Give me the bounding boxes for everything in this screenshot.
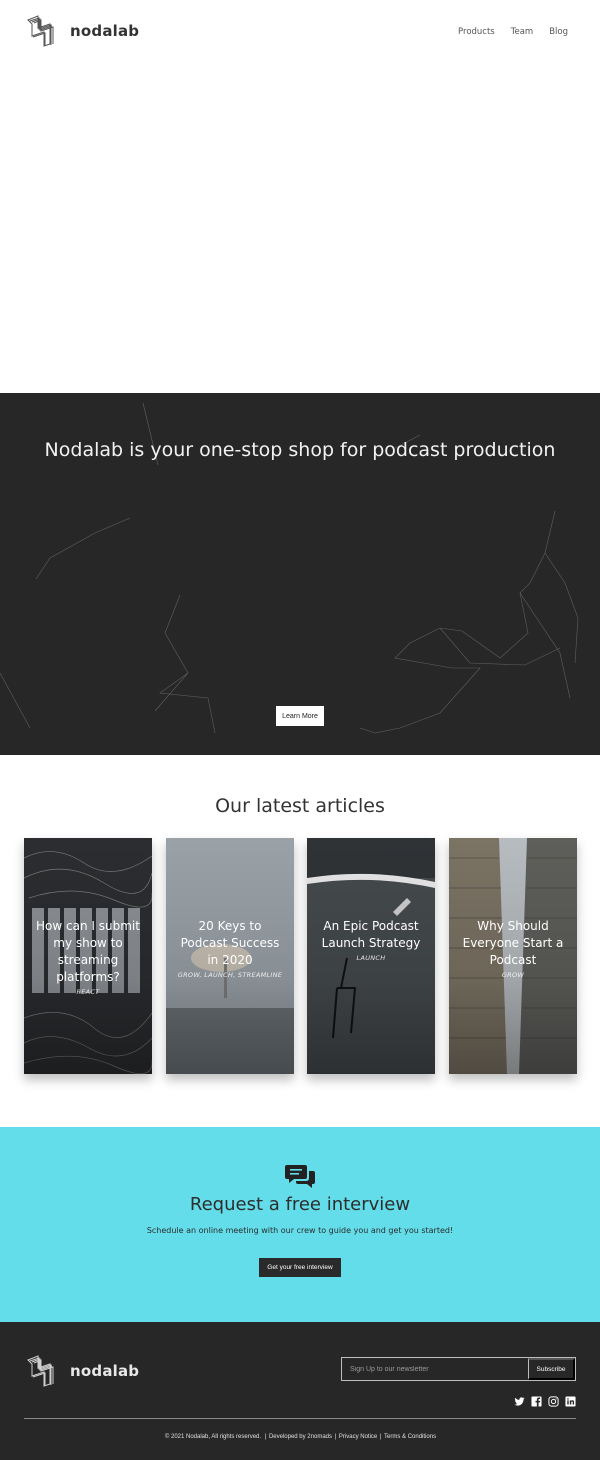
social-links [514, 1392, 576, 1407]
footer-logo-text: nodalab [70, 1362, 140, 1380]
nav-blog[interactable]: Blog [549, 26, 568, 38]
chat-bubbles-icon [285, 1165, 315, 1188]
linkedin-icon[interactable] [565, 1392, 576, 1407]
newsletter-email-input[interactable] [342, 1358, 528, 1380]
article-card[interactable]: How can I submit my show to streaming pl… [24, 838, 152, 1074]
logo-link[interactable]: nodalab [24, 14, 139, 48]
article-tag: GROW [501, 971, 525, 979]
article-title: 20 Keys to Podcast Success in 2020 [180, 919, 280, 967]
logo-text: nodalab [70, 22, 140, 40]
twitter-icon[interactable] [514, 1392, 525, 1406]
article-title: Why Should Everyone Start a Podcast [462, 919, 564, 967]
main-nav: Products Team Blog [458, 26, 568, 38]
copyright-text: © 2021 Nodalab, All rights reserved. [164, 1434, 262, 1440]
separator: | [379, 1434, 382, 1440]
article-title: How can I submit my show to streaming pl… [36, 919, 140, 984]
nav-products[interactable]: Products [458, 26, 495, 38]
footer-divider [24, 1418, 576, 1419]
separator: | [264, 1434, 267, 1440]
developer-link[interactable]: Developed by 2nomads [269, 1434, 332, 1440]
legal-bar: © 2021 Nodalab, All rights reserved. | D… [0, 1434, 600, 1440]
site-header: nodalab Products Team Blog [0, 0, 600, 64]
terms-link[interactable]: Terms & Conditions [384, 1434, 436, 1440]
hero-section: Nodalab is your one-stop shop for podcas… [0, 393, 600, 755]
footer-logo-link[interactable]: nodalab [24, 1354, 139, 1388]
logo-mark-icon [27, 1355, 54, 1387]
nav-team[interactable]: Team [511, 26, 533, 38]
article-title: An Epic Podcast Launch Strategy [321, 919, 421, 950]
article-card[interactable]: 20 Keys to Podcast Success in 2020 GROW,… [166, 838, 294, 1074]
article-tag: LAUNCH [356, 954, 386, 962]
interview-subtitle: Schedule an online meeting with our crew… [146, 1226, 454, 1235]
interview-title: Request a free interview [189, 1194, 411, 1215]
article-card[interactable]: Why Should Everyone Start a Podcast GROW [449, 838, 577, 1074]
article-tag: REACT [76, 988, 100, 996]
interview-section: Request a free interview Schedule an onl… [0, 1127, 600, 1322]
hero-title: Nodalab is your one-stop shop for podcas… [44, 439, 556, 461]
logo-mark-icon [27, 15, 54, 47]
subscribe-button[interactable]: Subscribe [528, 1358, 575, 1380]
separator: | [334, 1434, 337, 1440]
privacy-notice-link[interactable]: Privacy Notice [339, 1434, 377, 1440]
article-tag: GROW, LAUNCH, STREAMLINE [177, 971, 283, 979]
site-footer: nodalab Subscribe © 2021 Nodalab, All ri… [0, 1322, 600, 1460]
articles-title: Our latest articles [215, 795, 385, 817]
article-card[interactable]: An Epic Podcast Launch Strategy LAUNCH [307, 838, 435, 1074]
newsletter-form: Subscribe [341, 1357, 576, 1381]
learn-more-button[interactable]: Learn More [276, 706, 324, 726]
instagram-icon[interactable] [548, 1392, 559, 1407]
facebook-icon[interactable] [531, 1392, 542, 1407]
free-interview-button[interactable]: Get your free interview [259, 1258, 341, 1277]
